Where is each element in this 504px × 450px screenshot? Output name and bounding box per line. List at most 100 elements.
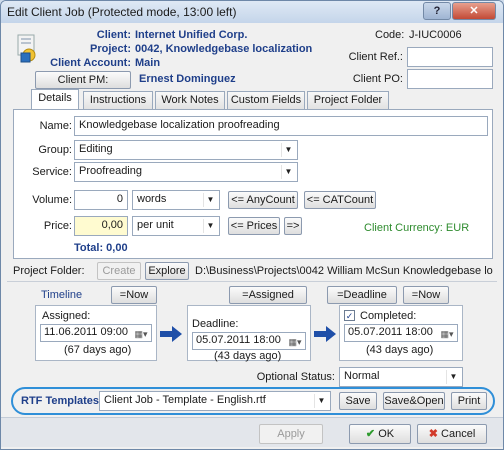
price-unit-select[interactable]: per unit ▼ bbox=[132, 216, 220, 236]
rtf-template-value: Client Job - Template - English.rtf bbox=[104, 394, 266, 406]
rtf-print-button[interactable]: Print bbox=[451, 392, 487, 410]
chevron-down-icon: ▼ bbox=[281, 165, 295, 179]
chevron-down-icon: ▼ bbox=[314, 394, 328, 408]
deadline-from-assigned-button[interactable]: =Assigned bbox=[229, 286, 307, 304]
completed-label: Completed: bbox=[360, 310, 417, 322]
client-currency: Client Currency: EUR bbox=[364, 222, 470, 234]
calendar-icon[interactable]: ▦▾ bbox=[133, 327, 149, 341]
chevron-down-icon: ▼ bbox=[281, 143, 295, 157]
assigned-date-input[interactable]: 11.06.2011 09:00 ▦▾ bbox=[40, 324, 152, 342]
total-value: Total: 0,00 bbox=[74, 242, 128, 254]
project-value: 0042, Knowledgebase localization bbox=[135, 43, 313, 55]
close-button[interactable]: ✕ bbox=[452, 2, 496, 20]
completed-now-button[interactable]: =Now bbox=[403, 286, 449, 304]
prices-button[interactable]: <= Prices bbox=[228, 217, 280, 235]
client-pm-button[interactable]: Client PM: bbox=[35, 71, 131, 89]
transfer-price-button[interactable]: => bbox=[284, 217, 302, 235]
calendar-icon[interactable]: ▦▾ bbox=[287, 335, 303, 349]
name-input[interactable]: Knowledgebase localization proofreading bbox=[74, 116, 488, 136]
assigned-now-button[interactable]: =Now bbox=[111, 286, 157, 304]
assigned-ago: (67 days ago) bbox=[64, 344, 132, 356]
edit-client-job-window: Edit Client Job (Protected mode, 13:00 l… bbox=[0, 0, 504, 450]
deadline-ago: (43 days ago) bbox=[214, 350, 282, 362]
client-ref-input[interactable] bbox=[407, 47, 493, 67]
optional-status-label: Optional Status: bbox=[256, 371, 335, 383]
completed-ago: (43 days ago) bbox=[366, 344, 434, 356]
project-label: Project: bbox=[90, 43, 131, 55]
title-bar: Edit Client Job (Protected mode, 13:00 l… bbox=[1, 1, 503, 23]
tab-details[interactable]: Details bbox=[31, 89, 79, 110]
optional-status-value: Normal bbox=[344, 370, 380, 382]
service-select-value: Proofreading bbox=[79, 165, 142, 177]
service-select[interactable]: Proofreading ▼ bbox=[74, 162, 298, 182]
help-button[interactable]: ? bbox=[423, 2, 451, 20]
cat-count-button[interactable]: <= CATCount bbox=[304, 191, 376, 209]
volume-unit-value: words bbox=[137, 193, 167, 205]
client-ref-label: Client Ref.: bbox=[348, 51, 403, 63]
rtf-save-open-button[interactable]: Save&Open bbox=[383, 392, 445, 410]
deadline-box: Deadline: 05.07.2011 18:00 ▦▾ (43 days a… bbox=[187, 305, 311, 362]
client-value: Internet Unified Corp. bbox=[135, 29, 248, 41]
cancel-button[interactable]: ✖ Cancel bbox=[417, 424, 487, 444]
client-label: Client: bbox=[96, 29, 131, 41]
group-select[interactable]: Editing ▼ bbox=[74, 140, 298, 160]
explore-folder-button[interactable]: Explore bbox=[145, 262, 189, 280]
dialog-body: Client: Internet Unified Corp. Project: … bbox=[1, 23, 503, 447]
arrow-right-icon bbox=[314, 326, 336, 342]
completed-date-input[interactable]: 05.07.2011 18:00 ▦▾ bbox=[344, 324, 458, 342]
tab-project-folder[interactable]: Project Folder bbox=[307, 91, 389, 109]
footer-bar: Apply ✔ OK ✖ Cancel bbox=[1, 417, 503, 447]
chevron-down-icon: ▼ bbox=[203, 219, 217, 233]
apply-button[interactable]: Apply bbox=[259, 424, 323, 444]
group-select-value: Editing bbox=[79, 143, 113, 155]
price-input[interactable]: 0,00 bbox=[74, 216, 128, 236]
client-account-label: Client Account: bbox=[50, 57, 131, 69]
deadline-date-input[interactable]: 05.07.2011 18:00 ▦▾ bbox=[192, 332, 306, 350]
completed-checkbox[interactable]: ✓ bbox=[344, 310, 355, 321]
client-pm-value: Ernest Dominguez bbox=[139, 73, 236, 85]
any-count-button[interactable]: <= AnyCount bbox=[228, 191, 298, 209]
group-label: Group: bbox=[38, 144, 72, 156]
deadline-date-value: 05.07.2011 18:00 bbox=[196, 334, 281, 346]
tab-custom-fields[interactable]: Custom Fields bbox=[227, 91, 305, 109]
rtf-save-button[interactable]: Save bbox=[339, 392, 377, 410]
rtf-template-select[interactable]: Client Job - Template - English.rtf ▼ bbox=[99, 391, 331, 411]
completed-from-deadline-button[interactable]: =Deadline bbox=[327, 286, 397, 304]
assigned-label: Assigned: bbox=[42, 310, 91, 322]
window-title: Edit Client Job (Protected mode, 13:00 l… bbox=[7, 5, 237, 19]
completed-box: ✓ Completed: 05.07.2011 18:00 ▦▾ (43 day… bbox=[339, 305, 463, 361]
details-panel: Name: Knowledgebase localization proofre… bbox=[13, 109, 493, 259]
rtf-templates-label: RTF Templates: bbox=[21, 395, 103, 407]
project-folder-path: D:\Business\Projects\0042 William McSun … bbox=[195, 265, 493, 277]
price-label: Price: bbox=[43, 220, 72, 232]
volume-label: Volume: bbox=[32, 194, 72, 206]
service-label: Service: bbox=[32, 166, 72, 178]
checkmark-icon: ✔ bbox=[365, 428, 376, 440]
assigned-box: Assigned: 11.06.2011 09:00 ▦▾ (67 days a… bbox=[35, 305, 157, 361]
code-label: Code: bbox=[375, 29, 405, 41]
chevron-down-icon: ▼ bbox=[203, 193, 217, 207]
chevron-down-icon: ▼ bbox=[446, 370, 460, 384]
name-label: Name: bbox=[39, 120, 72, 132]
client-po-input[interactable] bbox=[407, 69, 493, 89]
ok-button-label: OK bbox=[378, 428, 395, 440]
client-po-label: Client PO: bbox=[352, 73, 403, 85]
tab-instructions[interactable]: Instructions bbox=[83, 91, 153, 109]
price-unit-value: per unit bbox=[137, 219, 174, 231]
tab-work-notes[interactable]: Work Notes bbox=[155, 91, 225, 109]
optional-status-select[interactable]: Normal ▼ bbox=[339, 367, 463, 387]
close-x-icon: ✖ bbox=[428, 428, 438, 440]
ok-button[interactable]: ✔ OK bbox=[349, 424, 411, 444]
deadline-label: Deadline: bbox=[192, 318, 239, 330]
completed-date-value: 05.07.2011 18:00 bbox=[348, 326, 433, 338]
volume-unit-select[interactable]: words ▼ bbox=[132, 190, 220, 210]
divider bbox=[7, 281, 497, 282]
arrow-right-icon bbox=[160, 326, 182, 342]
create-folder-button[interactable]: Create bbox=[97, 262, 141, 280]
volume-input[interactable]: 0 bbox=[74, 190, 128, 210]
cancel-button-label: Cancel bbox=[441, 428, 476, 440]
calendar-icon[interactable]: ▦▾ bbox=[439, 327, 455, 341]
code-value: J-IUC0006 bbox=[409, 29, 462, 41]
assigned-date-value: 11.06.2011 09:00 bbox=[44, 326, 129, 338]
timeline-label: Timeline bbox=[41, 289, 83, 301]
